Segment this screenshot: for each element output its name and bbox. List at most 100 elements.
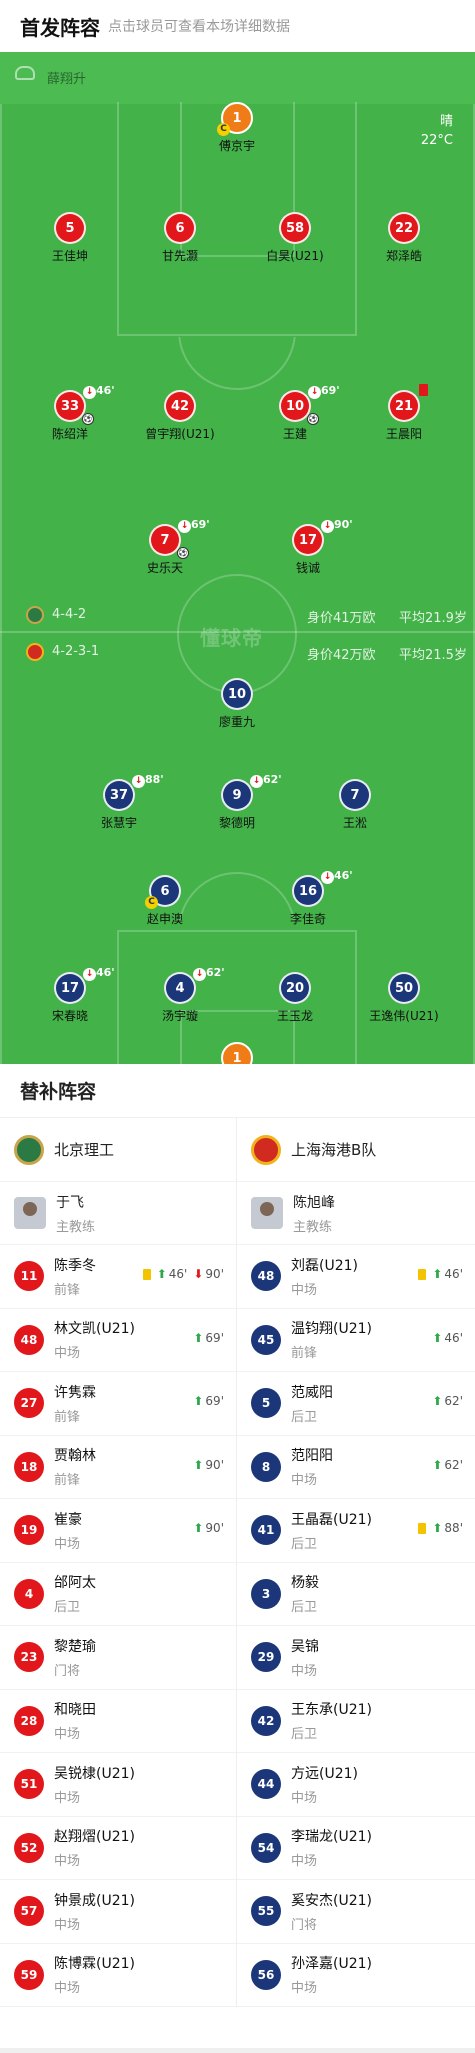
- player-number: 59: [14, 1959, 44, 1990]
- sub-player-row[interactable]: 48 林文凯(U21) 中场 ⬆ 69': [0, 1309, 236, 1372]
- player-name: 吴锦: [291, 1638, 319, 1655]
- player-home[interactable]: 42 曾宇翔(U21): [115, 390, 245, 442]
- sub-out-time: 90': [205, 1267, 224, 1281]
- player-away[interactable]: 6C 赵申澳: [100, 875, 230, 927]
- player-number: 54: [251, 1832, 281, 1863]
- player-position: 后卫: [54, 1600, 81, 1616]
- sub-player-row[interactable]: 8 范阳阳 中场 ⬆ 62': [237, 1436, 475, 1499]
- player-away[interactable]: 10 廖重九: [172, 678, 302, 730]
- player-home[interactable]: 6 甘先灏: [115, 212, 245, 264]
- weather-condition: 晴: [439, 114, 453, 129]
- sub-events: ⬆ 90': [193, 1458, 224, 1472]
- player-number: 7 ↓ 69' ⚽: [149, 518, 210, 559]
- sub-in-icon: ⬆: [193, 1330, 204, 1345]
- player-name: 王淞: [342, 816, 367, 830]
- player-number: 28: [14, 1705, 44, 1736]
- sub-out-icon: ↓: [132, 775, 145, 788]
- player-name: 郑泽皓: [385, 249, 422, 263]
- away-team-row[interactable]: 上海海港B队: [237, 1118, 475, 1182]
- sub-player-row[interactable]: 56 孙泽嘉(U21) 中场: [237, 1944, 475, 2007]
- player-number: 33 ↓ 46' ⚽: [54, 384, 115, 425]
- player-away[interactable]: 16 ↓ 46' 李佳奇: [243, 869, 373, 927]
- player-name: 陈季冬: [54, 1257, 96, 1274]
- player-name: 曾宇翔(U21): [145, 427, 215, 441]
- player-name: 林文凯(U21): [54, 1321, 135, 1338]
- sub-player-row[interactable]: 27 许隽霖 前锋 ⬆ 69': [0, 1372, 236, 1436]
- sub-player-row[interactable]: 23 黎楚瑜 门将: [0, 1626, 236, 1690]
- player-number: 37 ↓ 88': [103, 773, 164, 811]
- player-home[interactable]: 21 王晨阳: [339, 384, 469, 442]
- player-home[interactable]: 17 ↓ 90' 钱诚: [243, 518, 373, 576]
- sub-in-time: 46': [444, 1330, 463, 1345]
- sub-in-time: 46': [168, 1267, 188, 1281]
- goal-icon: ⚽: [82, 413, 94, 425]
- sub-player-row[interactable]: 19 崔豪 中场 ⬆ 90': [0, 1499, 236, 1563]
- sub-player-row[interactable]: 52 赵翔熠(U21) 中场: [0, 1817, 236, 1880]
- home-coach[interactable]: 于飞 主教练: [0, 1182, 236, 1245]
- sub-player-row[interactable]: 42 王东承(U21) 后卫: [237, 1690, 475, 1753]
- player-name: 张慧宇: [100, 816, 137, 830]
- player-name: 奚安杰(U21): [291, 1892, 372, 1909]
- player-away-gk[interactable]: 1 梁锟: [172, 1042, 302, 1064]
- referee-name: 薛翔升: [47, 72, 87, 87]
- referee-bar: 薛翔升: [0, 52, 475, 104]
- player-position: 中场: [54, 1536, 81, 1552]
- player-name: 黎楚瑜: [54, 1638, 96, 1655]
- sub-player-row[interactable]: 3 杨毅 后卫: [237, 1563, 475, 1626]
- sub-in-time: 90': [205, 1457, 224, 1472]
- sub-player-row[interactable]: 48 刘磊(U21) 中场 ⬆ 46': [237, 1245, 475, 1309]
- sub-player-row[interactable]: 18 贾翰林 前锋 ⬆ 90': [0, 1436, 236, 1499]
- sub-player-row[interactable]: 57 钟景成(U21) 中场: [0, 1880, 236, 1944]
- sub-player-row[interactable]: 11 陈季冬 前锋 ⬆ 46' ⬇ 90': [0, 1245, 236, 1309]
- player-away[interactable]: 4 ↓ 62' 汤宇璇: [115, 966, 245, 1024]
- sub-player-row[interactable]: 59 陈博霖(U21) 中场: [0, 1944, 236, 2007]
- sub-events: ⬆ 46': [432, 1331, 463, 1345]
- yellow-card-icon: [418, 1522, 427, 1534]
- player-position: 中场: [291, 1663, 318, 1679]
- away-subs-column: 上海海港B队 陈旭峰 主教练 48 刘磊(U21) 中场 ⬆ 46' 45 温钧翔(U21) 前…: [237, 1118, 475, 2007]
- player-name: 汤宇璇: [161, 1009, 198, 1023]
- sub-player-row[interactable]: 41 王晶磊(U21) 后卫 ⬆ 88': [237, 1499, 475, 1563]
- away-team-name: 上海海港B队: [291, 1141, 377, 1159]
- away-coach[interactable]: 陈旭峰 主教练: [237, 1182, 475, 1245]
- sub-time: 90': [334, 518, 353, 531]
- sub-in-icon: ⬆: [432, 1457, 443, 1472]
- player-name: 和晓田: [54, 1702, 96, 1719]
- player-name: 钱诚: [295, 561, 320, 575]
- coach-name: 于飞: [56, 1194, 84, 1211]
- player-number: 42: [251, 1705, 281, 1736]
- player-home-gk[interactable]: 1C 傅京宇: [172, 102, 302, 154]
- sub-player-row[interactable]: 5 范威阳 后卫 ⬆ 62': [237, 1372, 475, 1436]
- player-home[interactable]: 7 ↓ 69' ⚽ 史乐天: [100, 518, 230, 576]
- player-position: 中场: [54, 1981, 81, 1997]
- sub-player-row[interactable]: 54 李瑞龙(U21) 中场: [237, 1817, 475, 1880]
- sub-player-row[interactable]: 4 邰阿太 后卫: [0, 1563, 236, 1626]
- player-position: 中场: [291, 1981, 318, 1997]
- player-number: 18: [14, 1451, 44, 1482]
- sub-events: ⬆ 62': [432, 1458, 463, 1472]
- player-home[interactable]: 22 郑泽皓: [339, 212, 469, 264]
- player-position: 前锋: [54, 1409, 81, 1425]
- player-name: 许隽霖: [54, 1384, 96, 1401]
- player-away[interactable]: 50 王逸伟(U21): [339, 972, 469, 1024]
- player-away[interactable]: 7 王淞: [290, 779, 420, 831]
- sub-player-row[interactable]: 28 和晓田中场: [0, 1690, 236, 1753]
- player-away[interactable]: 9 ↓ 62' 黎德明: [172, 773, 302, 831]
- player-away[interactable]: 37 ↓ 88' 张慧宇: [54, 773, 184, 831]
- player-name: 邰阿太: [54, 1575, 96, 1592]
- sub-player-row[interactable]: 29 吴锦 中场: [237, 1626, 475, 1690]
- sub-player-row[interactable]: 44 方远(U21) 中场: [237, 1753, 475, 1817]
- sub-player-row[interactable]: 55 奚安杰(U21) 门将: [237, 1880, 475, 1944]
- sub-in-icon: ⬆: [432, 1521, 443, 1535]
- sub-player-row[interactable]: 45 温钧翔(U21) 前锋 ⬆ 46': [237, 1309, 475, 1372]
- away-badge-icon: [26, 643, 44, 661]
- player-number: 8: [251, 1451, 281, 1482]
- red-card-icon: [419, 384, 428, 396]
- player-position: 中场: [54, 1727, 81, 1743]
- sub-player-row[interactable]: 51 吴锐棣(U21) 中场: [0, 1753, 236, 1817]
- sub-events: ⬆ 90': [193, 1521, 224, 1535]
- player-name: 范威阳: [291, 1384, 333, 1401]
- home-team-row[interactable]: 北京理工: [0, 1118, 236, 1182]
- sub-in-time: 69': [205, 1394, 224, 1408]
- player-number: 21: [388, 384, 428, 422]
